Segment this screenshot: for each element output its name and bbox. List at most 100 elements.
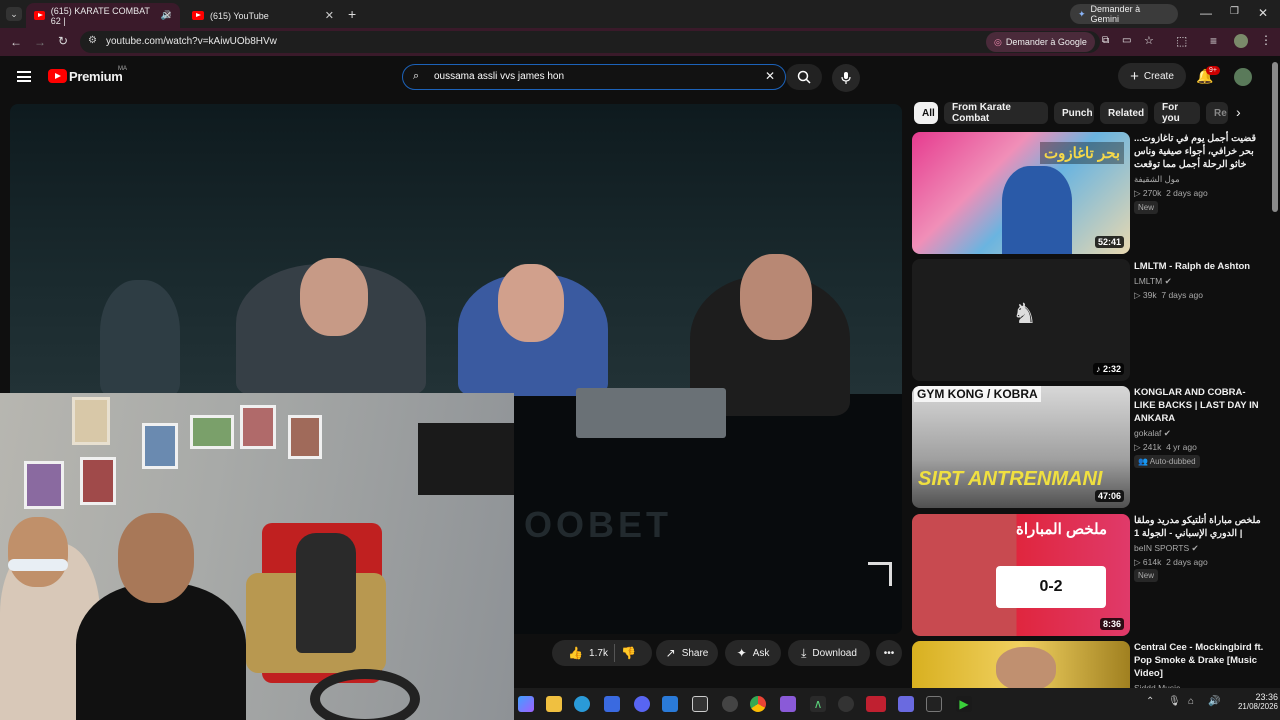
- more-actions-button[interactable]: •••: [876, 640, 902, 666]
- search-button[interactable]: [786, 64, 822, 90]
- wall-picture-frame: [190, 415, 234, 449]
- new-tab-button[interactable]: +: [348, 7, 356, 21]
- dislike-button-icon[interactable]: 👎: [621, 646, 636, 660]
- match-score: 0-2: [996, 566, 1106, 608]
- rec-thumbnail[interactable]: GYM KONG / KOBRA SIRT ANTRENMANI 47:06: [912, 386, 1130, 508]
- tab-karate-combat[interactable]: (615) KARATE COMBAT 62 | 🔊 ✕: [26, 3, 180, 28]
- reading-list-icon[interactable]: ≡: [1210, 35, 1217, 47]
- windows-taskbar: ∧ ▶ ⌃ 🎙 ⌂ 🔊 23:36 21/08/2026: [514, 688, 1280, 720]
- close-window-icon[interactable]: ✕: [1258, 7, 1268, 19]
- close-tab-icon[interactable]: ✕: [163, 9, 172, 22]
- rec-title[interactable]: قضيت أجمل يوم في تاغازوت... بحر خرافي، أ…: [1134, 132, 1264, 171]
- chrome-icon[interactable]: [750, 696, 766, 712]
- rec-title[interactable]: ملخص مباراة أتلتيكو مدريد وملقا | الدوري…: [1134, 514, 1264, 540]
- bookmark-star-icon[interactable]: ☆: [1144, 34, 1154, 47]
- rec-thumbnail[interactable]: ♞ ♪ 2:32: [912, 259, 1130, 381]
- app-icon[interactable]: [692, 696, 708, 712]
- obs-icon[interactable]: [722, 696, 738, 712]
- rec-channel[interactable]: مول الشقيفة: [1134, 174, 1180, 185]
- app-icon[interactable]: [898, 696, 914, 712]
- play-app-icon[interactable]: ▶: [956, 696, 972, 712]
- search-box[interactable]: ⌕ oussama assli vvs james hon ✕: [402, 64, 786, 90]
- tab-search-icon[interactable]: ⌄: [6, 7, 22, 21]
- steering-wheel: [310, 669, 420, 720]
- voice-search-button[interactable]: [832, 64, 860, 92]
- clock-date: 21/08/2026: [1237, 702, 1278, 711]
- search-input[interactable]: oussama assli vvs james hon: [434, 71, 564, 82]
- rec-thumbnail[interactable]: [912, 641, 1130, 689]
- game-icon[interactable]: [780, 696, 796, 712]
- restore-icon[interactable]: ❐: [1230, 7, 1239, 17]
- omnibox[interactable]: ⚙ youtube.com/watch?v=kAiwUOb8HVw ◎ Dema…: [80, 31, 1154, 53]
- chip-related[interactable]: Related: [1100, 102, 1148, 124]
- microphone-tray-icon[interactable]: 🎙: [1168, 696, 1181, 707]
- youtube-header: Premium MA ⌕ oussama assli vvs james hon…: [0, 56, 1280, 100]
- wall-picture-frame: [72, 397, 110, 445]
- profile-avatar[interactable]: [1234, 34, 1248, 48]
- rec-thumbnail[interactable]: بحر تاغازوت 52:41: [912, 132, 1130, 254]
- ask-button[interactable]: ✦ Ask: [725, 640, 781, 666]
- chips-next-chevron-icon[interactable]: ›: [1236, 104, 1241, 120]
- ask-label: Ask: [752, 647, 770, 659]
- back-icon[interactable]: ←: [10, 36, 22, 48]
- close-tab-icon[interactable]: ✕: [325, 9, 334, 22]
- share-arrow-icon: ↗: [665, 646, 676, 660]
- chip-from-karate-combat[interactable]: From Karate Combat: [944, 102, 1048, 124]
- cast-icon[interactable]: ▭: [1122, 35, 1131, 46]
- hamburger-menu-icon[interactable]: [17, 71, 31, 82]
- edge-icon[interactable]: [574, 696, 590, 712]
- app-icon[interactable]: [838, 696, 854, 712]
- premium-logo-text[interactable]: Premium: [69, 69, 123, 84]
- chip-partial[interactable]: Re: [1206, 102, 1228, 124]
- clock[interactable]: 23:36 21/08/2026: [1232, 692, 1278, 711]
- create-button[interactable]: + Create: [1118, 63, 1186, 89]
- network-icon[interactable]: ⌂: [1188, 696, 1194, 707]
- site-info-icon[interactable]: ⚙: [88, 35, 97, 46]
- outlook-icon[interactable]: [662, 696, 678, 712]
- gemini-button[interactable]: ✦ Demander à Gemini: [1070, 4, 1178, 24]
- new-badge: New: [1134, 569, 1159, 582]
- new-badge: New: [1134, 201, 1159, 214]
- more-dots-icon: •••: [883, 647, 895, 659]
- extensions-icon[interactable]: ⬚: [1176, 35, 1187, 47]
- download-button[interactable]: ⤓ Download: [788, 640, 870, 666]
- rec-channel[interactable]: gokalaf ✔: [1134, 428, 1171, 439]
- menu-kebab-icon[interactable]: ⋮: [1260, 34, 1272, 46]
- forward-icon[interactable]: →: [34, 36, 46, 48]
- minimize-icon[interactable]: —: [1200, 7, 1212, 19]
- account-avatar[interactable]: [1234, 68, 1252, 86]
- chip-all[interactable]: All: [914, 102, 938, 124]
- youtube-logo-icon[interactable]: [48, 69, 67, 83]
- rec-channel[interactable]: LMLTM ✔: [1134, 276, 1172, 287]
- gemini-label: Demander à Gemini: [1090, 4, 1141, 24]
- file-explorer-icon[interactable]: [546, 696, 562, 712]
- rec-title[interactable]: Central Cee - Mockingbird ft. Pop Smoke …: [1134, 641, 1264, 680]
- rec-title[interactable]: KONGLAR AND COBRA-LIKE BACKS | LAST DAY …: [1134, 386, 1264, 425]
- translate-icon[interactable]: ⧉: [1102, 35, 1109, 46]
- reload-icon[interactable]: ↻: [58, 35, 68, 47]
- store-icon[interactable]: [604, 696, 620, 712]
- clear-search-icon[interactable]: ✕: [765, 69, 775, 83]
- like-button[interactable]: 👍 1.7k: [568, 646, 608, 660]
- volume-icon[interactable]: 🔊: [1208, 696, 1220, 707]
- chip-for-you[interactable]: For you: [1154, 102, 1200, 124]
- notification-count-badge: 9+: [1206, 66, 1220, 75]
- ask-google-button[interactable]: ◎ Demander à Google: [986, 32, 1095, 52]
- rec-title[interactable]: LMLTM - Ralph de Ashton: [1134, 260, 1264, 273]
- rec-channel[interactable]: beIN SPORTS ✔: [1134, 543, 1199, 554]
- share-button[interactable]: ↗ Share: [656, 640, 718, 666]
- thumbnail-overlay-text: SIRT ANTRENMANI: [918, 468, 1103, 490]
- page-scrollbar[interactable]: [1272, 62, 1278, 212]
- tab-youtube[interactable]: (615) YouTube ✕: [184, 3, 342, 28]
- app-icon[interactable]: [926, 696, 942, 712]
- discord-icon[interactable]: [634, 696, 650, 712]
- clock-time: 23:36: [1255, 692, 1278, 702]
- verified-icon: ✔: [1191, 543, 1199, 553]
- voicemod-icon[interactable]: [866, 696, 886, 712]
- chip-punch[interactable]: Punch: [1054, 102, 1094, 124]
- copilot-icon[interactable]: [518, 696, 534, 712]
- wall-picture-frame: [142, 423, 178, 469]
- rec-thumbnail[interactable]: ملخص المباراة 0-2 8:36: [912, 514, 1130, 636]
- tray-chevron-icon[interactable]: ⌃: [1146, 696, 1154, 707]
- app-icon[interactable]: ∧: [810, 696, 826, 712]
